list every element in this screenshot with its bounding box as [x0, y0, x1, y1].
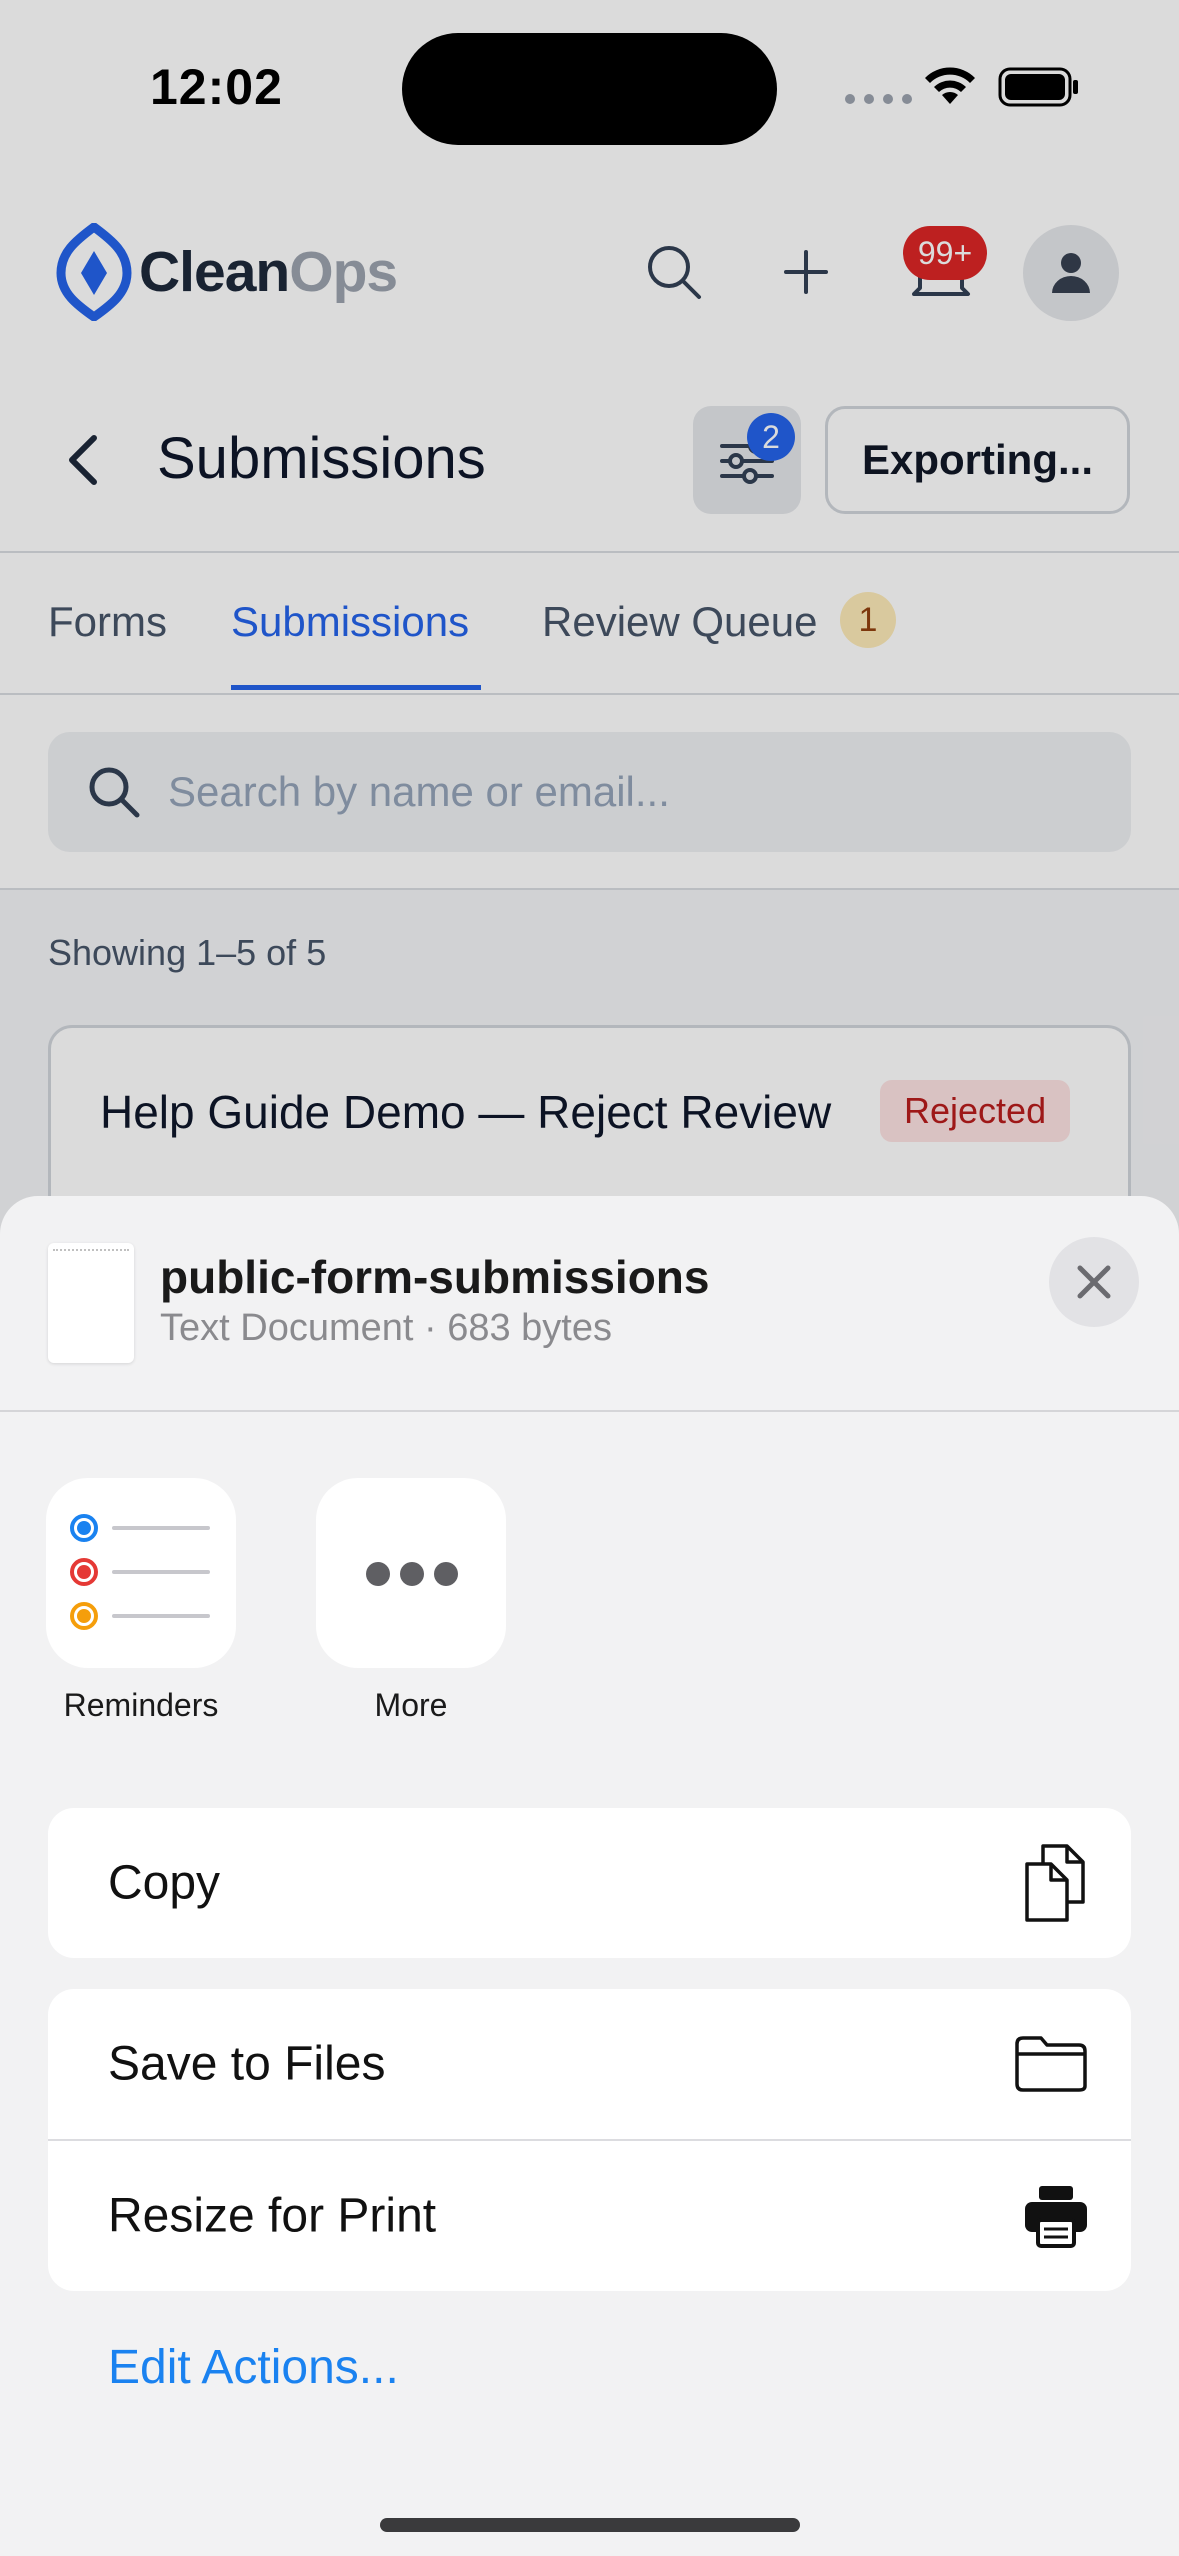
file-meta: Text Document · 683 bytes	[160, 1307, 612, 1349]
printer-icon	[1025, 2186, 1087, 2248]
resize-for-print-label: Resize for Print	[108, 2189, 437, 2243]
copy-label: Copy	[108, 1856, 221, 1910]
reminders-label: Reminders	[63, 1687, 219, 1723]
reminders-icon	[70, 1514, 210, 1630]
close-button[interactable]	[1049, 1237, 1139, 1327]
folder-icon	[1015, 2036, 1087, 2092]
document-thumbnail	[48, 1243, 134, 1363]
more-label: More	[374, 1687, 448, 1723]
more-icon	[366, 1562, 458, 1586]
reminders-app-button[interactable]	[46, 1478, 236, 1668]
copy-action[interactable]: Copy	[48, 1808, 1131, 1958]
edit-actions-link[interactable]: Edit Actions...	[108, 2340, 399, 2395]
more-apps-button[interactable]	[316, 1478, 506, 1668]
save-to-files-action[interactable]: Save to Files	[48, 1989, 1131, 2139]
resize-for-print-action[interactable]: Resize for Print	[48, 2141, 1131, 2291]
file-name: public-form-submissions	[160, 1251, 710, 1303]
copy-icon	[1025, 1844, 1085, 1922]
home-indicator[interactable]	[380, 2518, 800, 2532]
share-sheet-header	[0, 1196, 1179, 1412]
close-icon	[1077, 1265, 1111, 1299]
save-to-files-label: Save to Files	[108, 2037, 386, 2091]
